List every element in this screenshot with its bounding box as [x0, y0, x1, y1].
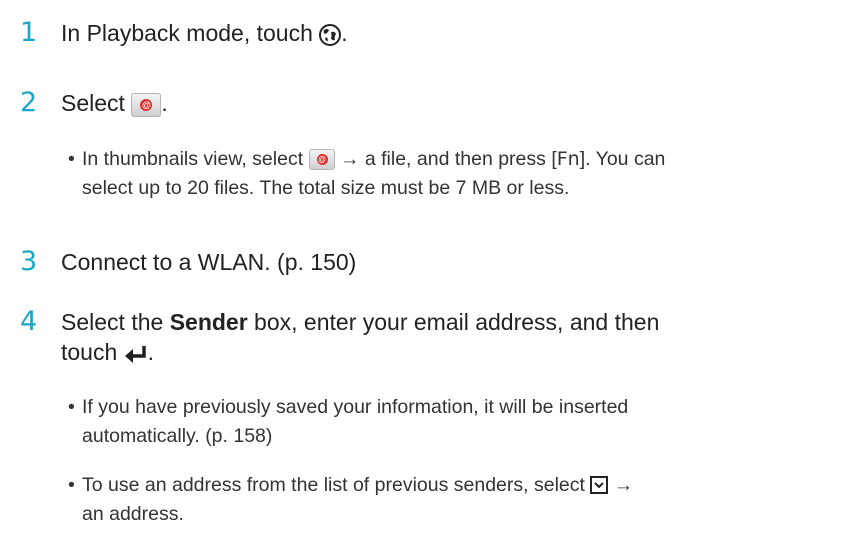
- step-number: 3: [20, 246, 38, 277]
- step-text: Select the Sender box, enter your email …: [61, 309, 660, 365]
- globe-icon: [319, 23, 342, 46]
- email-icon: @: [308, 149, 335, 171]
- fn-key-label: Fn: [556, 148, 580, 170]
- step-number: 2: [20, 87, 38, 118]
- step-text: Connect to a WLAN. (p. 150): [61, 249, 357, 275]
- dropdown-icon: [590, 475, 609, 494]
- step-text: Select @.: [61, 90, 168, 117]
- step-text: In Playback mode, touch .: [61, 20, 348, 46]
- enter-icon: [124, 345, 146, 363]
- step-number: 4: [20, 306, 38, 337]
- email-icon: @: [131, 92, 162, 117]
- step-number: 1: [20, 17, 38, 48]
